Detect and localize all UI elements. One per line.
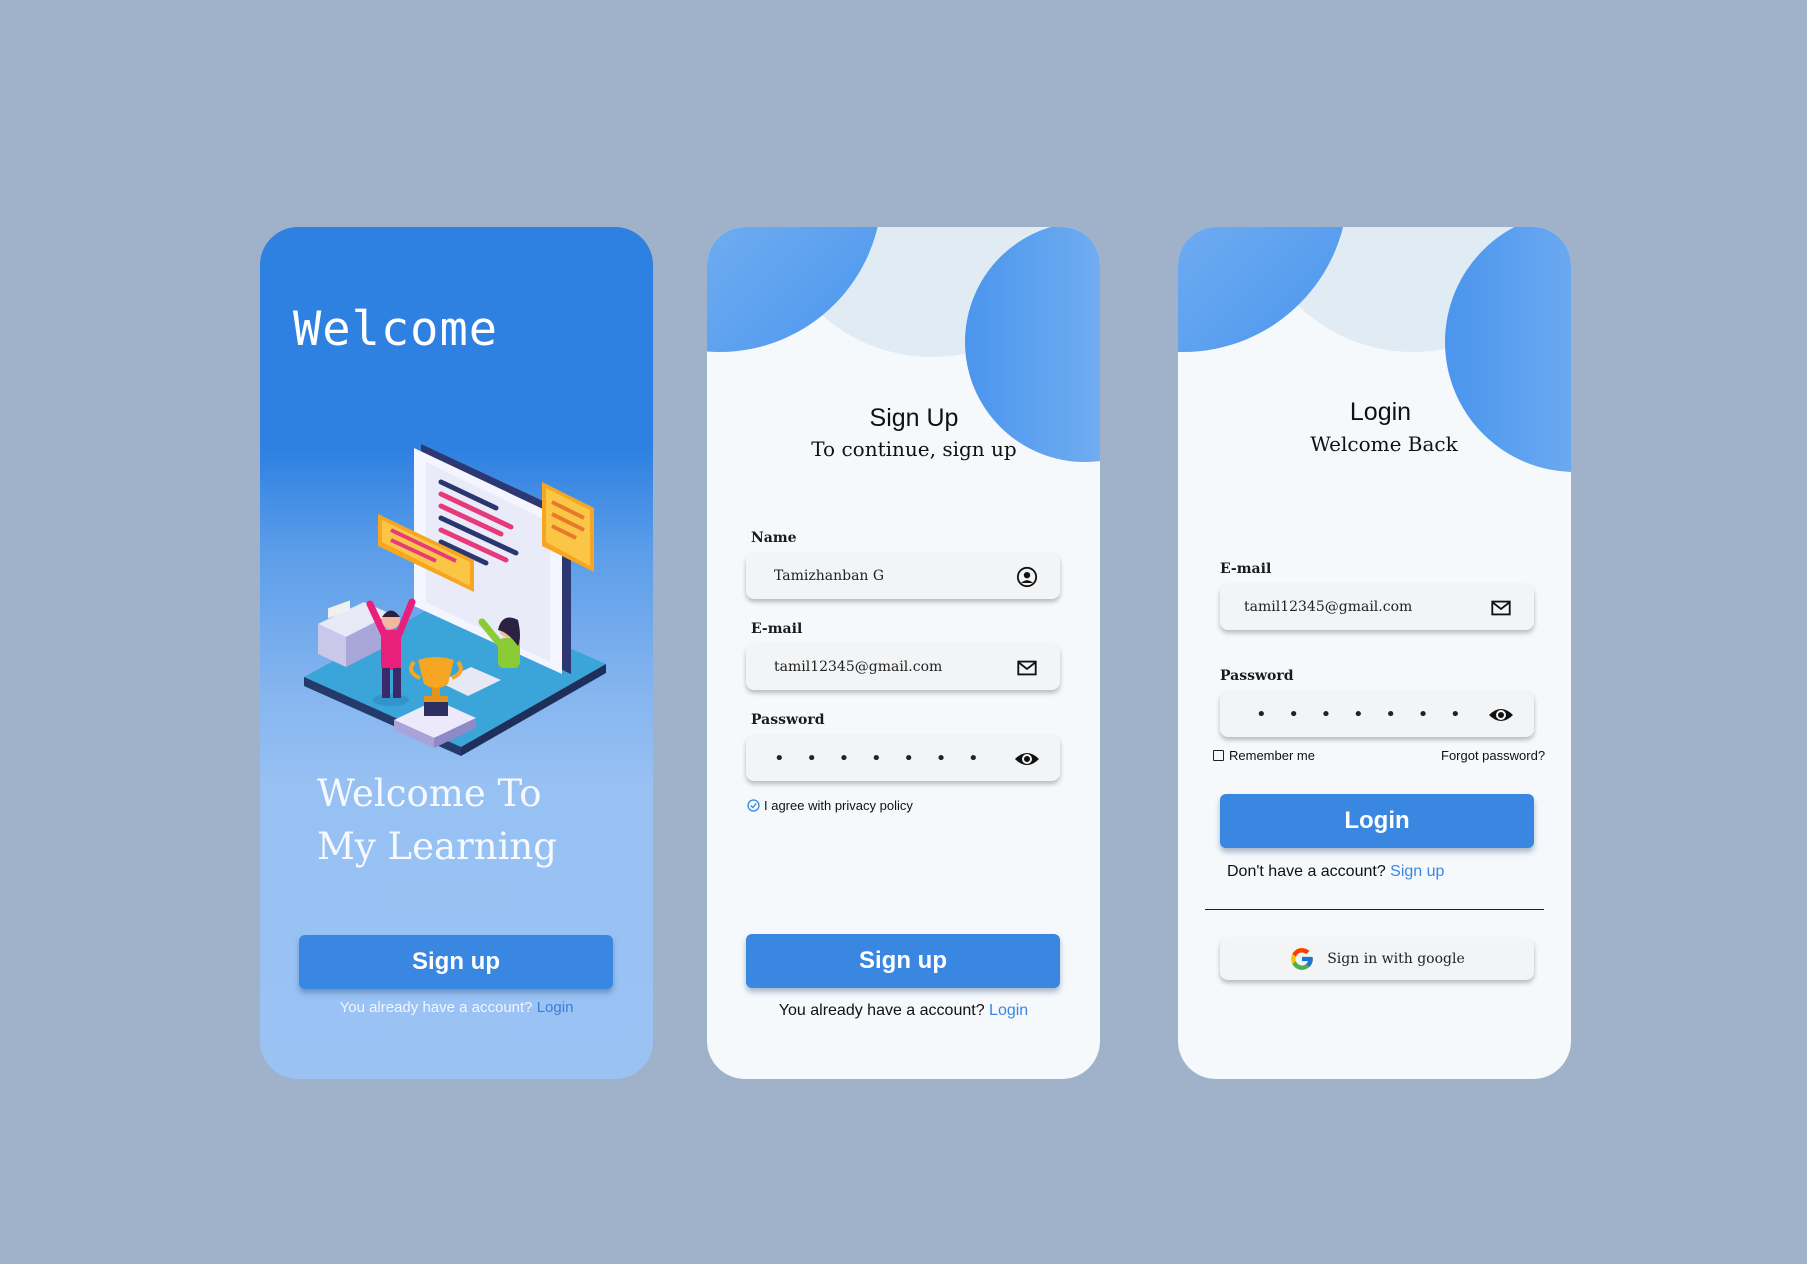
signup-screen: Sign Up To continue, sign up Name E-mail… bbox=[707, 227, 1100, 1079]
email-label: E-mail bbox=[751, 621, 803, 637]
welcome-tagline: Welcome To My Learning bbox=[317, 767, 557, 873]
email-input[interactable] bbox=[1244, 584, 1464, 630]
page-title: Sign Up bbox=[869, 404, 959, 432]
page-subtitle: To continue, sign up bbox=[811, 437, 1017, 461]
remember-me-label: Remember me bbox=[1229, 748, 1315, 763]
eye-icon[interactable] bbox=[1014, 748, 1040, 770]
email-input[interactable] bbox=[774, 644, 994, 690]
google-icon bbox=[1291, 948, 1314, 970]
password-field[interactable] bbox=[1220, 691, 1534, 737]
account-prompt-line: You already have a account? Login bbox=[707, 1002, 1100, 1020]
tagline-line-2: My Learning bbox=[317, 825, 557, 868]
tagline-line-1: Welcome To bbox=[317, 772, 542, 815]
account-prompt: You already have a account? bbox=[339, 999, 533, 1016]
name-field[interactable] bbox=[746, 553, 1060, 599]
eye-icon[interactable] bbox=[1488, 704, 1514, 726]
login-screen: Login Welcome Back E-mail Password Remem… bbox=[1178, 227, 1571, 1079]
login-link[interactable]: Login bbox=[989, 1002, 1028, 1019]
password-label: Password bbox=[1220, 668, 1294, 684]
account-prompt-line: You already have a account? Login bbox=[260, 999, 653, 1016]
google-signin-button[interactable]: Sign in with google bbox=[1220, 938, 1534, 980]
page-subtitle: Welcome Back bbox=[1310, 432, 1458, 456]
login-button[interactable]: Login bbox=[1220, 794, 1534, 848]
forgot-password-link[interactable]: Forgot password? bbox=[1441, 748, 1545, 763]
divider bbox=[1205, 909, 1544, 910]
privacy-policy-text: I agree with privacy policy bbox=[764, 798, 913, 813]
password-label: Password bbox=[751, 712, 825, 728]
password-input[interactable] bbox=[1256, 691, 1476, 737]
login-link[interactable]: Login bbox=[537, 999, 574, 1016]
name-input[interactable] bbox=[774, 553, 994, 599]
mail-icon bbox=[1017, 660, 1037, 676]
email-field[interactable] bbox=[746, 644, 1060, 690]
signup-button[interactable]: Sign up bbox=[746, 934, 1060, 988]
page-title: Login bbox=[1349, 398, 1412, 426]
welcome-screen: Welcome Welcome To My Learning Sign up Y… bbox=[260, 227, 653, 1079]
name-label: Name bbox=[751, 530, 797, 546]
email-field[interactable] bbox=[1220, 584, 1534, 630]
privacy-check-icon[interactable] bbox=[747, 799, 760, 812]
welcome-title: Welcome bbox=[293, 302, 499, 357]
remember-me-checkbox[interactable] bbox=[1213, 750, 1224, 761]
signup-link[interactable]: Sign up bbox=[1390, 863, 1444, 880]
email-label: E-mail bbox=[1220, 561, 1272, 577]
password-input[interactable] bbox=[774, 735, 994, 781]
password-field[interactable] bbox=[746, 735, 1060, 781]
account-prompt: You already have a account? bbox=[778, 1002, 985, 1019]
no-account-line: Don't have a account? Sign up bbox=[1227, 863, 1444, 881]
user-circle-icon bbox=[1016, 566, 1038, 588]
no-account-prompt: Don't have a account? bbox=[1227, 863, 1386, 880]
google-signin-label: Sign in with google bbox=[1327, 951, 1465, 967]
mail-icon bbox=[1491, 600, 1511, 616]
learning-illustration bbox=[304, 444, 606, 756]
signup-button[interactable]: Sign up bbox=[299, 935, 613, 989]
